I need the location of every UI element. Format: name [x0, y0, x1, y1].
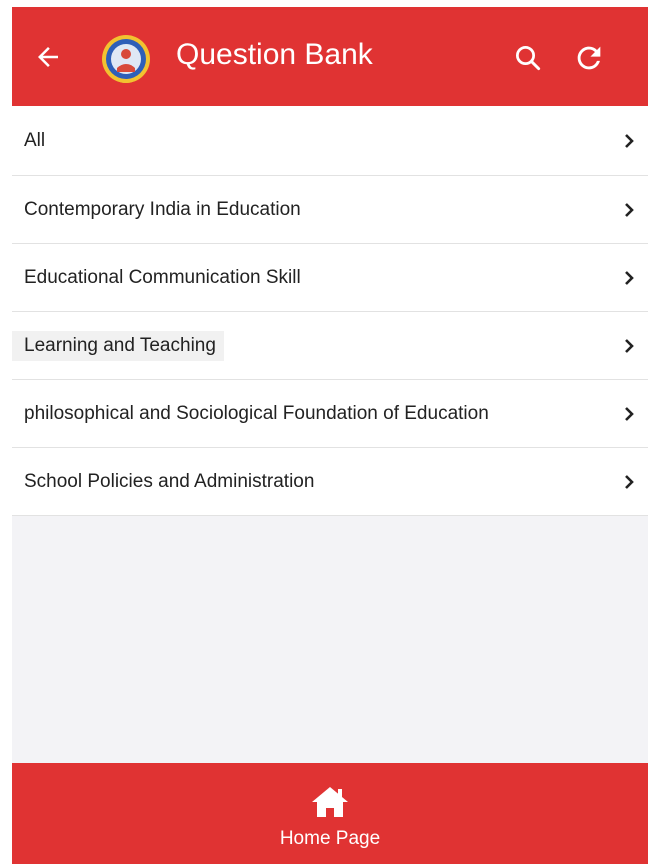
chevron-right-icon [622, 405, 636, 423]
list-item-philosophical-foundation[interactable]: philosophical and Sociological Foundatio… [12, 380, 648, 448]
subject-list: All Contemporary India in Education Educ… [12, 106, 648, 516]
home-page-label: Home Page [279, 828, 381, 849]
list-item-all[interactable]: All [12, 106, 648, 176]
chevron-right-icon [622, 473, 636, 491]
chevron-right-icon [622, 201, 636, 219]
app-header: Question Bank [12, 7, 648, 106]
list-item-learning-teaching[interactable]: Learning and Teaching [12, 312, 648, 380]
school-emblem-logo [102, 35, 150, 83]
app-logo [101, 34, 151, 84]
refresh-button[interactable] [566, 35, 612, 81]
search-icon [516, 46, 541, 71]
list-item-communication-skill[interactable]: Educational Communication Skill [12, 244, 648, 312]
chevron-right-icon [622, 337, 636, 355]
list-item-label: All [24, 129, 46, 151]
arrow-left-icon [38, 47, 58, 67]
list-item-label: Learning and Teaching [12, 330, 224, 361]
search-button[interactable] [507, 37, 549, 79]
home-icon [312, 787, 348, 817]
list-item-label: philosophical and Sociological Foundatio… [24, 402, 489, 424]
list-item-label: Educational Communication Skill [24, 266, 301, 288]
list-item-label: Contemporary India in Education [24, 198, 301, 220]
chevron-right-icon [622, 132, 636, 150]
app-screen: Question Bank All Contemporary India in … [12, 7, 648, 864]
back-button[interactable] [28, 37, 68, 77]
list-item-label: School Policies and Administration [24, 470, 315, 492]
list-item-school-policies[interactable]: School Policies and Administration [12, 448, 648, 516]
refresh-icon [577, 46, 601, 70]
home-page-button[interactable]: Home Page [12, 763, 648, 864]
list-item-contemporary-india[interactable]: Contemporary India in Education [12, 176, 648, 244]
chevron-right-icon [622, 269, 636, 287]
page-title: Question Bank [176, 38, 373, 71]
